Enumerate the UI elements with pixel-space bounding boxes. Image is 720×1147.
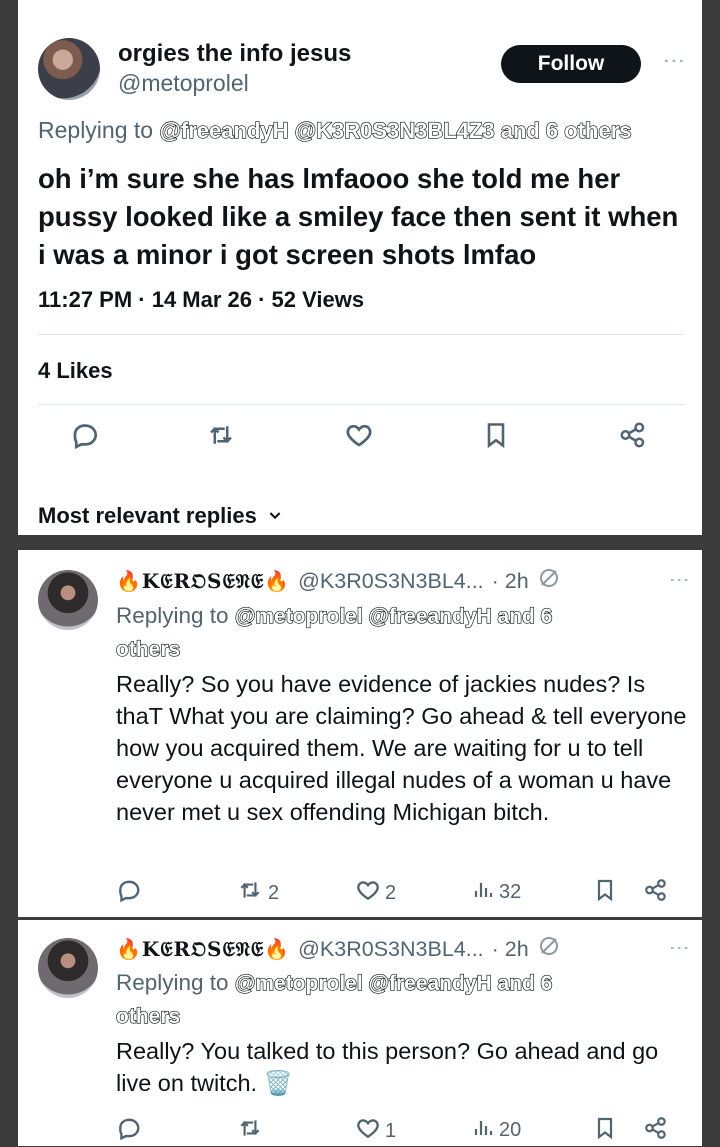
retweet-icon[interactable] <box>205 420 237 450</box>
reply-item[interactable]: 🔥K𝔈R𝔒S𝔈𝔑𝔈🔥 @K3R0S3N3BL4... · 2h ⋮ Replyi… <box>18 550 702 917</box>
views-icon <box>471 877 495 907</box>
views-button[interactable]: 20 <box>471 1115 521 1145</box>
reply-display-name[interactable]: 🔥K𝔈R𝔒S𝔈𝔑𝔈🔥 <box>116 937 290 961</box>
avatar[interactable] <box>38 38 100 100</box>
bookmark-icon[interactable] <box>593 1115 617 1141</box>
like-icon <box>355 877 381 909</box>
chevron-down-icon <box>267 503 283 529</box>
replying-to: Replying to @metoprolel @freeandyH and 6… <box>115 967 616 1033</box>
replies-sort-dropdown[interactable]: Most relevant replies <box>38 503 283 529</box>
like-icon <box>355 1115 381 1147</box>
reply-icon[interactable] <box>70 420 100 450</box>
reply-icon[interactable] <box>116 1115 142 1141</box>
share-icon[interactable] <box>643 877 669 903</box>
like-count: 1 <box>385 1119 397 1142</box>
reply-action-bar: 1 20 <box>18 1115 702 1145</box>
more-options-icon[interactable]: ⋮ <box>662 50 687 72</box>
replying-prefix: Replying to <box>116 603 229 628</box>
muted-icon <box>537 934 561 964</box>
views-count: 20 <box>499 1118 522 1141</box>
reply-header: 🔥K𝔈R𝔒S𝔈𝔑𝔈🔥 @K3R0S3N3BL4... · 2h <box>116 566 561 596</box>
reply-time: · 2h <box>491 568 529 593</box>
retweet-button[interactable] <box>236 1115 268 1147</box>
replies-header: Most relevant replies <box>38 503 257 528</box>
reply-item[interactable]: 🔥K𝔈R𝔒S𝔈𝔑𝔈🔥 @K3R0S3N3BL4... · 2h ⋮ Replyi… <box>18 920 702 1146</box>
reply-display-name[interactable]: 🔥K𝔈R𝔒S𝔈𝔑𝔈🔥 <box>116 569 290 593</box>
display-name[interactable]: orgies the info jesus <box>118 40 351 68</box>
share-icon[interactable] <box>618 420 648 450</box>
retweet-button[interactable]: 2 <box>236 877 279 909</box>
more-options-icon[interactable]: ⋮ <box>667 570 691 590</box>
main-tweet: orgies the info jesus @metoprolel Follow… <box>18 0 702 535</box>
divider <box>38 334 684 335</box>
reply-action-bar: 2 2 32 <box>18 877 702 907</box>
reply-header: 🔥K𝔈R𝔒S𝔈𝔑𝔈🔥 @K3R0S3N3BL4... · 2h <box>116 934 561 964</box>
bookmark-icon[interactable] <box>482 420 510 450</box>
handle[interactable]: @metoprolel <box>118 70 249 97</box>
tweet-text: oh i’m sure she has lmfaooo she told me … <box>38 163 679 270</box>
retweet-count: 2 <box>268 881 280 904</box>
muted-icon <box>537 566 561 596</box>
replying-to: Replying to @freeandyH @K3R0S3N3BL4Z3 an… <box>38 117 632 144</box>
retweet-icon <box>236 877 264 909</box>
reply-handle[interactable]: @K3R0S3N3BL4... <box>298 569 484 594</box>
action-bar <box>18 420 702 466</box>
share-icon[interactable] <box>643 1115 669 1141</box>
avatar[interactable] <box>38 570 98 630</box>
more-options-icon[interactable]: ⋮ <box>667 938 691 958</box>
retweet-icon <box>236 1115 264 1147</box>
bookmark-icon[interactable] <box>593 877 617 903</box>
replying-prefix: Replying to <box>38 117 154 143</box>
reply-time: · 2h <box>491 936 529 961</box>
avatar[interactable] <box>38 938 98 998</box>
replying-to: Replying to @metoprolel @freeandyH and 6… <box>115 600 616 666</box>
like-icon[interactable] <box>344 420 374 450</box>
like-button[interactable]: 2 <box>355 877 396 909</box>
reply-icon[interactable] <box>116 877 142 903</box>
reply-handle[interactable]: @K3R0S3N3BL4... <box>298 937 484 962</box>
views-count: 32 <box>499 880 522 903</box>
views-icon <box>471 1115 495 1145</box>
like-button[interactable]: 1 <box>355 1115 396 1147</box>
replying-to-mentions[interactable]: @freeandyH @K3R0S3N3BL4Z3 and 6 others <box>159 117 632 143</box>
divider <box>38 404 684 405</box>
views-button[interactable]: 32 <box>471 877 521 907</box>
reply-text: Really? So you have evidence of jackies … <box>116 671 687 825</box>
tweet-meta: 11:27 PM · 14 Mar 26 · 52 Views <box>38 287 365 312</box>
likes-count[interactable]: 4 Likes <box>38 358 113 384</box>
follow-button[interactable]: Follow <box>501 45 641 83</box>
like-count: 2 <box>385 881 397 904</box>
replying-prefix: Replying to <box>116 970 229 995</box>
reply-text: Really? You talked to this person? Go ah… <box>116 1038 659 1096</box>
